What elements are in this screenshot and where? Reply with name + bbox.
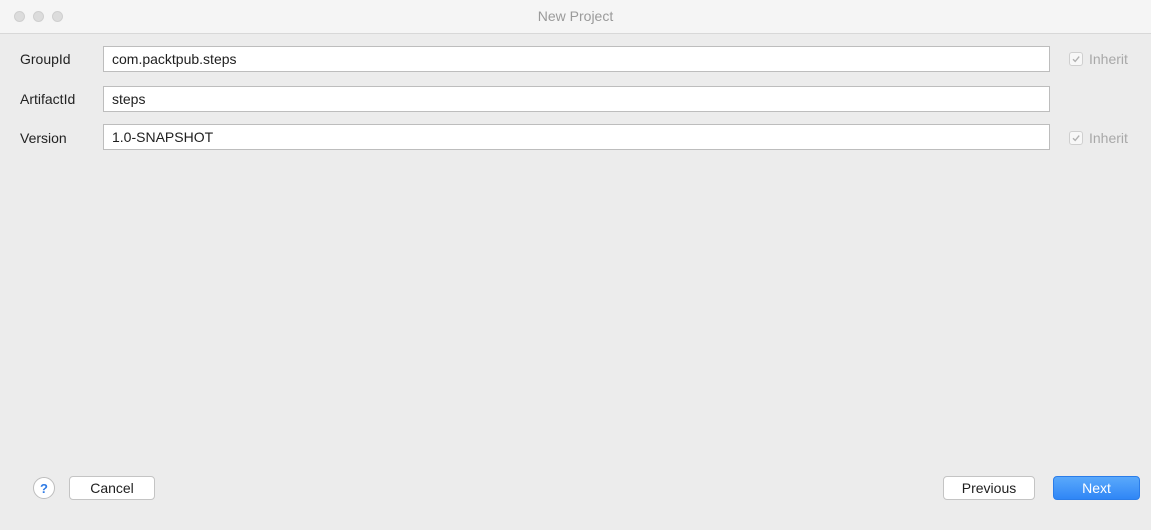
artifactid-label: ArtifactId bbox=[20, 91, 76, 107]
checkmark-icon bbox=[1069, 52, 1083, 66]
next-button[interactable]: Next bbox=[1053, 476, 1140, 500]
version-inherit-label: Inherit bbox=[1089, 130, 1128, 146]
groupid-field[interactable] bbox=[103, 46, 1050, 72]
version-label: Version bbox=[20, 130, 67, 146]
version-inherit-checkbox[interactable]: Inherit bbox=[1069, 130, 1128, 146]
help-icon[interactable]: ? bbox=[33, 477, 55, 499]
version-field[interactable] bbox=[103, 124, 1050, 150]
cancel-button[interactable]: Cancel bbox=[69, 476, 155, 500]
title-bar: New Project bbox=[0, 0, 1151, 34]
groupid-label: GroupId bbox=[20, 51, 71, 67]
groupid-inherit-label: Inherit bbox=[1089, 51, 1128, 67]
checkmark-icon bbox=[1069, 131, 1083, 145]
window-title: New Project bbox=[537, 8, 614, 24]
groupid-inherit-checkbox[interactable]: Inherit bbox=[1069, 51, 1128, 67]
artifactid-field[interactable] bbox=[103, 86, 1050, 112]
previous-button[interactable]: Previous bbox=[943, 476, 1035, 500]
new-project-window: New Project GroupId Inherit ArtifactId V… bbox=[0, 0, 1151, 530]
